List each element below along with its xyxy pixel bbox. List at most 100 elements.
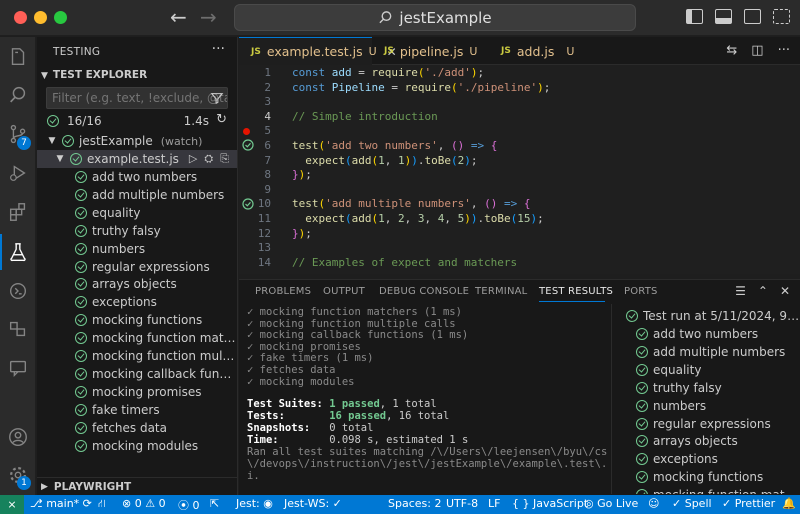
toggle-secondary-sidebar-icon[interactable] xyxy=(744,9,761,24)
result-test-item[interactable]: add multiple numbers xyxy=(612,343,800,361)
go-to-file-icon[interactable]: ⎘ xyxy=(220,152,229,166)
test-run-header[interactable]: Test run at 5/11/2024, 9:52:... xyxy=(612,307,800,325)
panel-menu-icon[interactable]: ☰ xyxy=(735,284,746,298)
command-center-search[interactable]: jestExample xyxy=(234,4,636,31)
more-actions-icon[interactable]: ··· xyxy=(778,43,790,58)
code-line: }); xyxy=(292,168,312,182)
more-actions-icon[interactable]: ··· xyxy=(212,41,225,57)
toggle-primary-sidebar-icon[interactable] xyxy=(686,9,703,24)
tree-test-item[interactable]: exceptions xyxy=(37,293,237,311)
tab-pipeline-js[interactable]: JS pipeline.js U xyxy=(372,37,489,65)
test-filter-input[interactable] xyxy=(46,87,228,109)
testing-icon[interactable] xyxy=(7,241,29,263)
tree-test-item[interactable]: mocking modules xyxy=(37,437,237,455)
remote-explorer-icon[interactable] xyxy=(7,280,29,302)
tab-debug-console[interactable]: DEBUG CONSOLE xyxy=(379,286,469,297)
tree-test-item[interactable]: add two numbers xyxy=(37,168,237,186)
tree-test-item[interactable]: equality xyxy=(37,204,237,222)
tree-test-item[interactable]: fetches data xyxy=(37,419,237,437)
remote-indicator-icon[interactable]: ⨯ xyxy=(0,495,24,514)
search-icon[interactable] xyxy=(7,84,29,106)
indentation-indicator[interactable]: Spaces: 2 xyxy=(388,497,441,510)
result-test-item[interactable]: regular expressions xyxy=(612,415,800,433)
explorer-icon[interactable] xyxy=(7,46,29,68)
tab-output[interactable]: OUTPUT xyxy=(323,286,365,297)
encoding-indicator[interactable]: UTF-8 xyxy=(446,497,478,510)
result-test-item[interactable]: numbers xyxy=(612,397,800,415)
code-editor[interactable]: 1 2 3 4 5 6 7 8 9 10 11 12 13 14 const add = require(… xyxy=(239,65,800,274)
tab-add-js[interactable]: JS add.js U xyxy=(489,37,589,65)
test-explorer-header[interactable]: ▼ TEST EXPLORER xyxy=(41,69,147,81)
split-editor-icon[interactable]: ◫ xyxy=(751,43,763,58)
result-test-item[interactable]: truthy falsy xyxy=(612,379,800,397)
tree-test-item[interactable]: mocking function multiple c... xyxy=(37,347,237,365)
result-test-item[interactable]: add two numbers xyxy=(612,325,800,343)
tree-root-label: jestExample xyxy=(79,134,153,148)
broadcast-icon[interactable]: ⇱ xyxy=(210,497,219,510)
git-graph-icon[interactable]: ⛙ xyxy=(98,497,106,512)
tree-test-item[interactable]: mocking function matchers xyxy=(37,329,237,347)
notifications-bell-icon[interactable]: 🔔 xyxy=(782,497,796,510)
accounts-icon[interactable] xyxy=(7,426,29,448)
test-item-label: mocking callback functions xyxy=(92,366,237,381)
copilot-icon[interactable]: ☺ xyxy=(648,497,659,510)
passed-check-icon xyxy=(47,115,59,127)
tree-test-item[interactable]: add multiple numbers xyxy=(37,186,237,204)
tree-test-item[interactable]: mocking functions xyxy=(37,311,237,329)
window-minimize-button[interactable] xyxy=(34,11,47,24)
spell-indicator[interactable]: ✓ Spell xyxy=(672,497,712,510)
prettier-indicator[interactable]: ✓ Prettier xyxy=(722,497,775,510)
tree-file-example-test[interactable]: ▼ example.test.js ▷ ⛭ ⎘ xyxy=(37,150,237,168)
tab-test-results[interactable]: TEST RESULTS xyxy=(539,286,613,297)
tree-test-item[interactable]: mocking callback functions xyxy=(37,365,237,383)
tree-test-item[interactable]: mocking promises xyxy=(37,383,237,401)
debug-test-icon[interactable]: ⛭ xyxy=(204,152,213,166)
tree-test-item[interactable]: arrays objects xyxy=(37,275,237,293)
tree-test-item[interactable]: numbers xyxy=(37,240,237,258)
branch-indicator[interactable]: ⎇ main* ⟳ xyxy=(30,497,92,510)
passed-check-icon xyxy=(636,381,648,394)
jest-ws-status[interactable]: Jest-WS: ✓ xyxy=(284,497,342,510)
manage-badge: 1 xyxy=(17,476,31,490)
problems-indicator[interactable]: ⊗ 0 ⚠ 0 xyxy=(122,497,166,510)
compare-changes-icon[interactable]: ⇆ xyxy=(726,43,737,58)
result-test-item[interactable]: mocking function matchers xyxy=(612,486,800,494)
language-mode-indicator[interactable]: { } JavaScript xyxy=(512,497,588,510)
tab-ports[interactable]: PORTS xyxy=(624,286,658,297)
forward-arrow-icon[interactable]: → xyxy=(200,6,217,28)
result-test-item[interactable]: mocking functions xyxy=(612,468,800,486)
tree-test-item[interactable]: regular expressions xyxy=(37,258,237,276)
result-test-item[interactable]: equality xyxy=(612,361,800,379)
tab-example-test-js[interactable]: JS example.test.js U ✕ xyxy=(239,37,397,65)
chat-icon[interactable] xyxy=(7,357,29,379)
run-test-icon[interactable]: ▷ xyxy=(189,152,197,166)
filter-icon[interactable] xyxy=(210,91,224,105)
back-arrow-icon[interactable]: ← xyxy=(170,6,187,28)
extensions-icon[interactable] xyxy=(7,201,29,223)
playwright-section-header[interactable]: ▶ PLAYWRIGHT xyxy=(37,477,237,495)
toggle-panel-icon[interactable] xyxy=(715,9,732,24)
ports-indicator[interactable]: ⦿ 0 xyxy=(178,497,200,513)
tree-test-item[interactable]: truthy falsy xyxy=(37,222,237,240)
close-icon[interactable]: ✕ xyxy=(780,284,790,298)
result-test-item[interactable]: arrays objects xyxy=(612,432,800,450)
tab-problems[interactable]: PROBLEMS xyxy=(255,286,311,297)
tab-terminal[interactable]: TERMINAL xyxy=(475,286,527,297)
go-live-button[interactable]: ◎ Go Live xyxy=(584,497,638,510)
test-output-terminal[interactable]: ✓ mocking function matchers (1 ms) ✓ mock… xyxy=(239,304,607,494)
run-debug-icon[interactable] xyxy=(7,162,29,184)
window-maximize-button[interactable] xyxy=(54,11,67,24)
test-item-label: mocking function multiple c... xyxy=(92,349,237,363)
jest-status[interactable]: Jest: ◉ xyxy=(236,497,273,510)
eol-indicator[interactable]: LF xyxy=(488,497,500,510)
window-close-button[interactable] xyxy=(14,11,27,24)
chevron-up-icon[interactable]: ⌃ xyxy=(758,284,768,298)
refresh-icon[interactable]: ↻ xyxy=(216,112,227,127)
breakpoint-icon[interactable] xyxy=(243,128,250,135)
containers-icon[interactable] xyxy=(7,318,29,340)
tree-root-jestexample[interactable]: ▼ jestExample (watch) xyxy=(37,132,237,150)
tree-test-item[interactable]: fake timers xyxy=(37,401,237,419)
passed-check-icon xyxy=(636,471,648,484)
customize-layout-icon[interactable] xyxy=(773,9,790,24)
result-test-item[interactable]: exceptions xyxy=(612,450,800,468)
